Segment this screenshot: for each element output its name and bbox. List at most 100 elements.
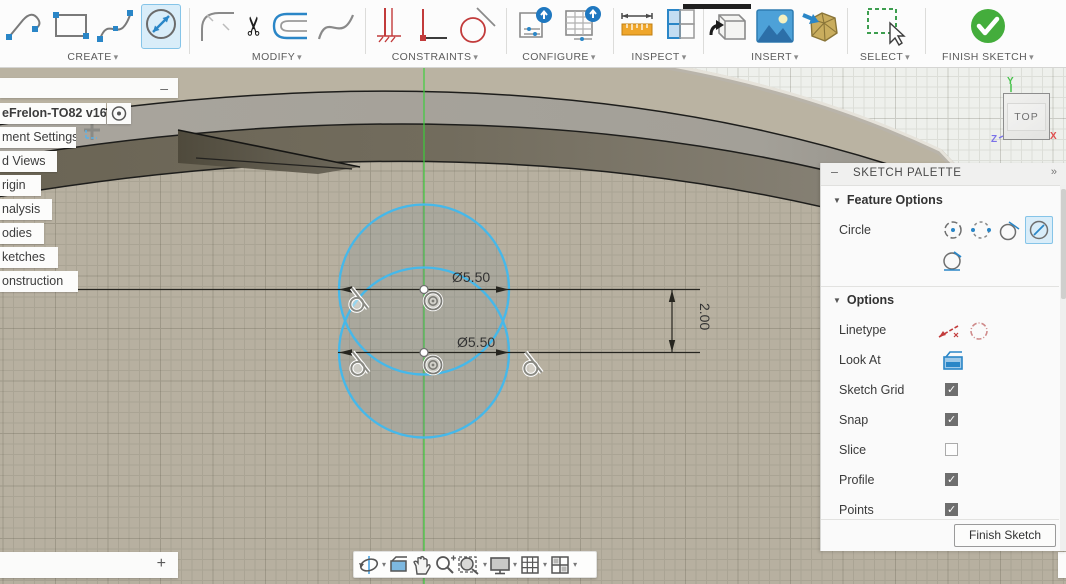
browser-header[interactable]: – bbox=[0, 78, 178, 98]
palette-collapse-icon[interactable]: – bbox=[831, 165, 838, 179]
snap-checkbox[interactable] bbox=[945, 413, 958, 426]
caret-icon: ▾ bbox=[591, 52, 596, 62]
measure-icon[interactable] bbox=[619, 8, 655, 44]
options-header[interactable]: ▼Options bbox=[833, 293, 894, 307]
browser-item-sketches[interactable]: ketches bbox=[0, 247, 58, 268]
toolbar-menu-finish-sketch[interactable]: FINISH SKETCH▾ bbox=[928, 51, 1048, 63]
toolbar-menu-constraints[interactable]: CONSTRAINTS▾ bbox=[368, 51, 502, 63]
center-diameter-circle-selected[interactable] bbox=[1025, 216, 1053, 244]
toolbar-menu-select[interactable]: SELECT▾ bbox=[850, 51, 920, 63]
viewcube[interactable]: TOP bbox=[1003, 93, 1050, 140]
palette-title: SKETCH PALETTE bbox=[853, 167, 962, 179]
sketch-grid-checkbox[interactable] bbox=[945, 383, 958, 396]
viewcube-y-axis-label[interactable]: Y bbox=[1007, 76, 1014, 87]
insert-mesh-icon[interactable] bbox=[801, 5, 843, 47]
circle-tool-active-highlight[interactable] bbox=[141, 4, 181, 49]
concentric-constraint-badge[interactable] bbox=[425, 357, 442, 374]
browser-item-bodies[interactable]: odies bbox=[0, 223, 44, 244]
zoom-icon[interactable] bbox=[434, 554, 456, 576]
spline-tool-icon[interactable] bbox=[97, 6, 135, 46]
sketch-grid-label: Sketch Grid bbox=[839, 383, 904, 397]
spline-edit-icon[interactable] bbox=[317, 9, 355, 43]
browser-item-document-settings[interactable]: ment Settings bbox=[0, 127, 76, 148]
fusion360-window: Ø5.50 Ø5.50 2.00 bbox=[0, 0, 1066, 584]
caret-icon[interactable]: ▾ bbox=[573, 560, 577, 569]
browser-item-origin[interactable]: rigin bbox=[0, 175, 41, 196]
viewports-icon[interactable] bbox=[549, 554, 571, 576]
configure-feature-icon[interactable] bbox=[514, 5, 556, 47]
sketch-palette-header[interactable]: – SKETCH PALETTE » bbox=[821, 163, 1066, 186]
tangent-constraint-icon[interactable] bbox=[455, 6, 497, 46]
offset-tool-icon[interactable] bbox=[271, 11, 311, 41]
circle-tool-icon[interactable] bbox=[144, 7, 178, 41]
section-analysis-icon[interactable] bbox=[661, 6, 699, 46]
look-at-icon[interactable] bbox=[388, 555, 410, 575]
expand-plus-icon[interactable]: + bbox=[157, 555, 166, 573]
window-zoom-icon[interactable] bbox=[457, 554, 481, 576]
palette-dock-icon[interactable]: » bbox=[1051, 166, 1057, 178]
two-point-circle-icon[interactable] bbox=[969, 218, 993, 242]
caret-icon: ▾ bbox=[682, 52, 687, 62]
circle-center-point-lower[interactable] bbox=[420, 349, 428, 357]
browser-item-named-views[interactable]: d Views bbox=[0, 151, 57, 172]
palette-scrollbar[interactable] bbox=[1060, 185, 1066, 551]
dimension-vertical-label[interactable]: 2.00 bbox=[697, 303, 713, 330]
rectangle-tool-icon[interactable] bbox=[51, 8, 91, 44]
window-fragment-bar bbox=[683, 4, 751, 9]
browser-item-construction[interactable]: onstruction bbox=[0, 271, 78, 292]
toolbar-menu-inspect[interactable]: INSPECT▾ bbox=[616, 51, 702, 63]
midplane-constraint-icon[interactable] bbox=[373, 6, 409, 46]
slice-checkbox[interactable] bbox=[945, 443, 958, 456]
viewcube-top-face[interactable]: TOP bbox=[1007, 103, 1045, 131]
caret-icon[interactable]: ▾ bbox=[483, 560, 487, 569]
caret-icon[interactable]: ▾ bbox=[513, 560, 517, 569]
toolbar-menu-insert[interactable]: INSERT▾ bbox=[706, 51, 844, 63]
three-point-circle-icon[interactable] bbox=[997, 218, 1021, 242]
palette-scrollbar-thumb[interactable] bbox=[1061, 189, 1066, 299]
center-point-circle-icon[interactable] bbox=[941, 218, 965, 242]
viewcube-x-axis-label[interactable]: X bbox=[1050, 131, 1057, 142]
toolbar-menu-configure[interactable]: CONFIGURE▾ bbox=[509, 51, 609, 63]
finish-sketch-button[interactable]: Finish Sketch bbox=[954, 524, 1056, 547]
feature-options-header[interactable]: ▼Feature Options bbox=[833, 193, 943, 207]
dimension-upper-label[interactable]: Ø5.50 bbox=[452, 269, 490, 285]
collapse-triangle-icon: ▼ bbox=[833, 296, 841, 305]
insert-canvas-icon[interactable] bbox=[755, 7, 795, 45]
configuration-table-icon[interactable] bbox=[562, 5, 604, 47]
toolbar-menu-create[interactable]: CREATE▾ bbox=[0, 51, 186, 63]
caret-icon[interactable]: ▾ bbox=[382, 560, 386, 569]
circle-center-point-upper[interactable] bbox=[420, 286, 428, 294]
look-at-icon[interactable] bbox=[941, 349, 965, 373]
browser-item-document[interactable]: eFrelon-TO82 v16 bbox=[0, 103, 106, 124]
line-tool-icon[interactable] bbox=[5, 6, 45, 46]
grid-settings-icon[interactable] bbox=[519, 554, 541, 576]
construction-linetype-icon[interactable] bbox=[937, 319, 961, 343]
dimension-lower-label[interactable]: Ø5.50 bbox=[457, 334, 495, 350]
fillet-tool-icon[interactable] bbox=[199, 7, 237, 45]
orbit-icon[interactable] bbox=[358, 554, 380, 576]
insert-derive-icon[interactable] bbox=[707, 5, 749, 47]
browser-document-activate[interactable] bbox=[107, 103, 131, 124]
pan-hand-icon[interactable] bbox=[411, 554, 433, 576]
finish-sketch-check-icon[interactable] bbox=[969, 7, 1007, 45]
sketch-profile-fill[interactable] bbox=[339, 204, 509, 437]
select-window-icon[interactable] bbox=[862, 5, 908, 47]
viewcube-z-axis-label[interactable]: Z bbox=[991, 134, 997, 145]
toolbar-group-insert: INSERT▾ bbox=[706, 0, 844, 66]
trim-scissors-icon[interactable]: ✂ bbox=[241, 15, 267, 37]
centerline-linetype-icon[interactable] bbox=[967, 319, 991, 343]
concentric-constraint-badge[interactable] bbox=[425, 293, 442, 310]
browser-collapse-icon[interactable]: – bbox=[160, 79, 168, 97]
points-checkbox[interactable] bbox=[945, 503, 958, 516]
timeline-bar[interactable]: + bbox=[0, 552, 178, 578]
caret-icon[interactable]: ▾ bbox=[543, 560, 547, 569]
browser-item-analysis[interactable]: nalysis bbox=[0, 199, 52, 220]
display-settings-icon[interactable] bbox=[489, 554, 511, 576]
tangent-circle-icon[interactable] bbox=[941, 248, 965, 272]
radio-active-icon bbox=[107, 103, 131, 124]
caret-icon: ▾ bbox=[473, 52, 478, 62]
perpendicular-constraint-icon[interactable] bbox=[415, 6, 449, 46]
toolbar-menu-modify[interactable]: MODIFY▾ bbox=[192, 51, 362, 63]
toolbar: CREATE▾ ✂ MODIFY▾ bbox=[0, 0, 1066, 68]
profile-checkbox[interactable] bbox=[945, 473, 958, 486]
